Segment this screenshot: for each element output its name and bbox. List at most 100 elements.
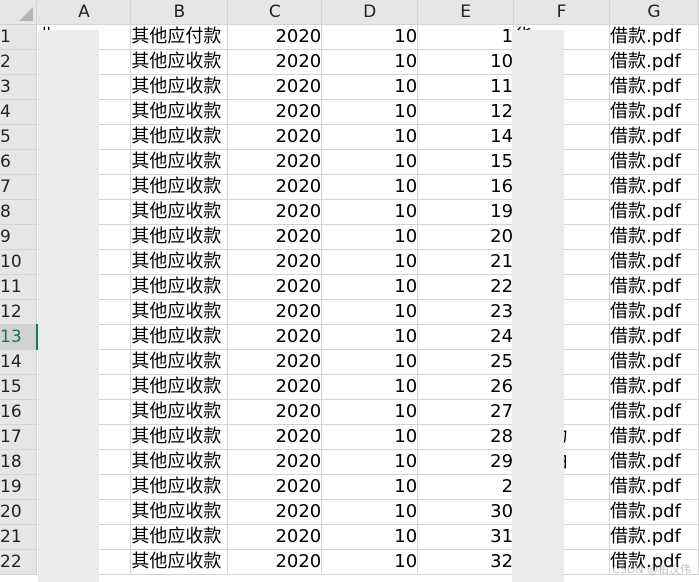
cell-d[interactable]: 10 xyxy=(321,124,419,150)
cell-e[interactable]: 32 xyxy=(417,549,515,575)
cell-b[interactable]: 其他应收款 xyxy=(130,324,229,350)
cell-c[interactable]: 2020 xyxy=(227,349,323,375)
cell-g[interactable]: 借款.pdf xyxy=(609,449,699,475)
row-header[interactable]: 9 xyxy=(0,224,38,250)
cell-e[interactable]: 30 xyxy=(417,499,515,525)
cell-c[interactable]: 2020 xyxy=(227,199,323,225)
cell-c[interactable]: 2020 xyxy=(227,524,323,550)
cell-c[interactable]: 2020 xyxy=(227,249,323,275)
row-header[interactable]: 11 xyxy=(0,274,38,300)
select-all-button[interactable] xyxy=(0,0,38,25)
row-header[interactable]: 17 xyxy=(0,424,38,450)
cell-d[interactable]: 10 xyxy=(321,299,419,325)
cell-e[interactable]: 2 xyxy=(417,474,515,500)
cell-g[interactable]: 借款.pdf xyxy=(609,224,699,250)
cell-g[interactable]: 借款.pdf xyxy=(609,499,699,525)
cell-d[interactable]: 10 xyxy=(321,424,419,450)
cell-c[interactable]: 2020 xyxy=(227,24,323,50)
cell-b[interactable]: 其他应付款 xyxy=(130,24,229,50)
cell-d[interactable]: 10 xyxy=(321,374,419,400)
cell-d[interactable]: 10 xyxy=(321,99,419,125)
cell-b[interactable]: 其他应收款 xyxy=(130,399,229,425)
cell-g[interactable]: 借款.pdf xyxy=(609,299,699,325)
cell-e[interactable]: 16 xyxy=(417,174,515,200)
cell-b[interactable]: 其他应收款 xyxy=(130,249,229,275)
column-header-d[interactable]: D xyxy=(321,0,419,25)
cell-e[interactable]: 11 xyxy=(417,74,515,100)
row-header[interactable]: 12 xyxy=(0,299,38,325)
cell-e[interactable]: 28 xyxy=(417,424,515,450)
cell-c[interactable]: 2020 xyxy=(227,299,323,325)
cell-d[interactable]: 10 xyxy=(321,149,419,175)
cell-g[interactable]: 借款.pdf xyxy=(609,349,699,375)
cell-d[interactable]: 10 xyxy=(321,224,419,250)
cell-g[interactable]: 借款.pdf xyxy=(609,249,699,275)
cell-c[interactable]: 2020 xyxy=(227,74,323,100)
cell-b[interactable]: 其他应收款 xyxy=(130,174,229,200)
cell-c[interactable]: 2020 xyxy=(227,149,323,175)
cell-c[interactable]: 2020 xyxy=(227,274,323,300)
cell-c[interactable]: 2020 xyxy=(227,399,323,425)
cell-c[interactable]: 2020 xyxy=(227,99,323,125)
column-header-c[interactable]: C xyxy=(227,0,323,25)
cell-g[interactable]: 借款.pdf xyxy=(609,199,699,225)
row-header[interactable]: 15 xyxy=(0,374,38,400)
row-header[interactable]: 5 xyxy=(0,124,38,150)
cell-g[interactable]: 借款.pdf xyxy=(609,374,699,400)
cell-c[interactable]: 2020 xyxy=(227,499,323,525)
row-header[interactable]: 16 xyxy=(0,399,38,425)
cell-e[interactable]: 29 xyxy=(417,449,515,475)
cell-b[interactable]: 其他应收款 xyxy=(130,99,229,125)
cell-g[interactable]: 借款.pdf xyxy=(609,99,699,125)
cell-b[interactable]: 其他应收款 xyxy=(130,424,229,450)
cell-b[interactable]: 其他应收款 xyxy=(130,549,229,575)
cell-g[interactable]: 借款.pdf xyxy=(609,324,699,350)
column-header-e[interactable]: E xyxy=(417,0,515,25)
cell-e[interactable]: 15 xyxy=(417,149,515,175)
column-header-a[interactable]: A xyxy=(36,0,132,25)
cell-b[interactable]: 其他应收款 xyxy=(130,524,229,550)
cell-c[interactable]: 2020 xyxy=(227,324,323,350)
cell-d[interactable]: 10 xyxy=(321,249,419,275)
row-header[interactable]: 18 xyxy=(0,449,38,475)
cell-b[interactable]: 其他应收款 xyxy=(130,274,229,300)
cell-c[interactable]: 2020 xyxy=(227,124,323,150)
cell-g[interactable]: 借款.pdf xyxy=(609,424,699,450)
row-header[interactable]: 4 xyxy=(0,99,38,125)
row-header[interactable]: 3 xyxy=(0,74,38,100)
cell-d[interactable]: 10 xyxy=(321,74,419,100)
cell-d[interactable]: 10 xyxy=(321,199,419,225)
row-header[interactable]: 2 xyxy=(0,49,38,75)
cell-c[interactable]: 2020 xyxy=(227,224,323,250)
cell-b[interactable]: 其他应收款 xyxy=(130,74,229,100)
cell-g[interactable]: 借款.pdf xyxy=(609,524,699,550)
cell-d[interactable]: 10 xyxy=(321,349,419,375)
row-header[interactable]: 1 xyxy=(0,24,38,50)
cell-g[interactable]: 借款.pdf xyxy=(609,399,699,425)
cell-d[interactable]: 10 xyxy=(321,399,419,425)
row-header[interactable]: 10 xyxy=(0,249,38,275)
cell-e[interactable]: 23 xyxy=(417,299,515,325)
cell-e[interactable]: 25 xyxy=(417,349,515,375)
cell-d[interactable]: 10 xyxy=(321,324,419,350)
cell-c[interactable]: 2020 xyxy=(227,449,323,475)
row-header[interactable]: 14 xyxy=(0,349,38,375)
row-header[interactable]: 8 xyxy=(0,199,38,225)
cell-c[interactable]: 2020 xyxy=(227,424,323,450)
cell-d[interactable]: 10 xyxy=(321,474,419,500)
cell-b[interactable]: 其他应收款 xyxy=(130,499,229,525)
column-header-b[interactable]: B xyxy=(130,0,229,25)
cell-b[interactable]: 其他应收款 xyxy=(130,349,229,375)
cell-d[interactable]: 10 xyxy=(321,524,419,550)
cell-c[interactable]: 2020 xyxy=(227,174,323,200)
cell-g[interactable]: 借款.pdf xyxy=(609,49,699,75)
cell-d[interactable]: 10 xyxy=(321,274,419,300)
cell-c[interactable]: 2020 xyxy=(227,374,323,400)
cell-e[interactable]: 19 xyxy=(417,199,515,225)
cell-c[interactable]: 2020 xyxy=(227,549,323,575)
cell-b[interactable]: 其他应收款 xyxy=(130,474,229,500)
cell-g[interactable]: 借款.pdf xyxy=(609,474,699,500)
cell-d[interactable]: 10 xyxy=(321,174,419,200)
cell-b[interactable]: 其他应收款 xyxy=(130,449,229,475)
cell-c[interactable]: 2020 xyxy=(227,49,323,75)
